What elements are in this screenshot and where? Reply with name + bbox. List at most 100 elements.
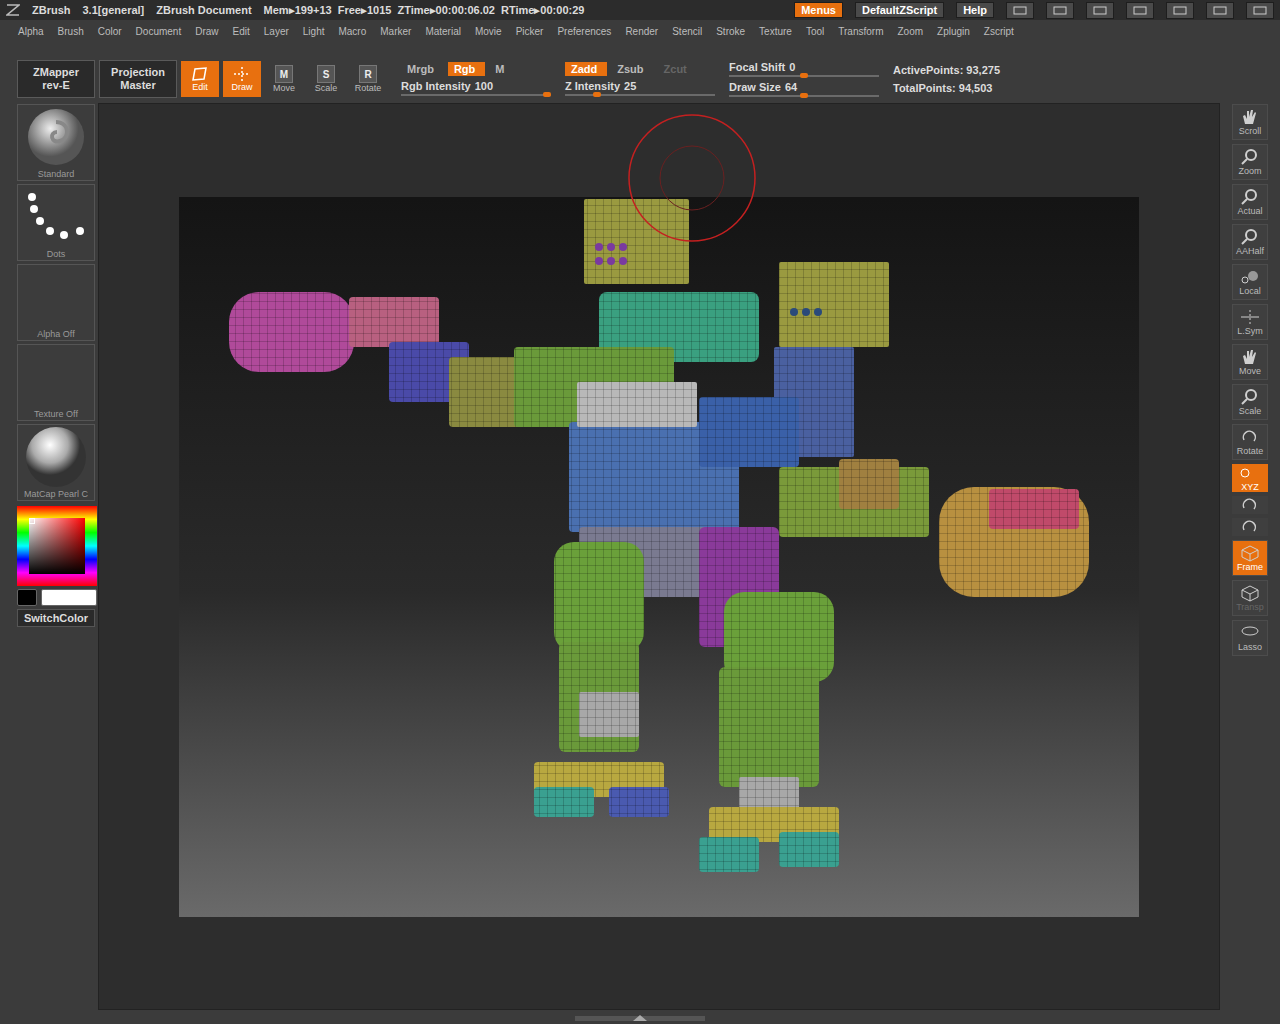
menu-item[interactable]: Zoom (897, 26, 923, 37)
z-intensity-slider[interactable]: Z Intensity25 (565, 80, 715, 96)
shelf-button[interactable]: Zoom (1232, 144, 1268, 180)
title-button[interactable]: Help (956, 2, 994, 18)
secondary-color[interactable] (41, 589, 97, 606)
menu-item[interactable]: Light (303, 26, 325, 37)
window-control[interactable] (1046, 2, 1074, 19)
shelf-tile[interactable]: Standard (17, 104, 95, 181)
title-button[interactable]: Menus (794, 2, 843, 18)
plugin-button[interactable]: ZMapperrev-E (17, 60, 95, 98)
tile-label: Dots (47, 249, 66, 260)
rgb-toggle[interactable]: M (489, 62, 514, 76)
tile-label: Standard (38, 169, 75, 180)
menu-item[interactable]: Picker (516, 26, 544, 37)
menu-item[interactable]: Stencil (672, 26, 702, 37)
xyz-icon (1239, 464, 1261, 482)
menu-item[interactable]: Zplugin (937, 26, 970, 37)
mode-button[interactable]: RRotate (349, 61, 387, 97)
slider-knob[interactable] (543, 92, 551, 97)
shelf-button[interactable]: Lasso (1232, 620, 1268, 656)
shelf-button[interactable]: XYZ (1232, 464, 1268, 492)
slider-track[interactable] (565, 94, 715, 96)
shelf-button[interactable]: Scale (1232, 384, 1268, 420)
shelf-button[interactable]: Actual (1232, 184, 1268, 220)
title-button[interactable]: DefaultZScript (855, 2, 944, 18)
menu-item[interactable]: Marker (380, 26, 411, 37)
z-toggle[interactable]: Zsub (611, 62, 653, 76)
rgb-toggle[interactable]: Mrgb (401, 62, 444, 76)
robot-model[interactable] (179, 197, 1139, 917)
shelf-button[interactable]: AAHalf (1232, 224, 1268, 260)
rgb-intensity-slider[interactable]: Rgb Intensity100 (401, 80, 551, 96)
shelf-button[interactable]: Scroll (1232, 104, 1268, 140)
slider-knob[interactable] (800, 73, 808, 78)
menu-item[interactable]: Preferences (557, 26, 611, 37)
slider-track[interactable] (729, 95, 879, 97)
slider-label: Focal Shift0 (729, 61, 879, 73)
color-marker[interactable] (29, 518, 35, 524)
window-control[interactable] (1006, 2, 1034, 19)
focal-shift-slider[interactable]: Focal Shift0 (729, 61, 879, 77)
window-control[interactable] (1206, 2, 1234, 19)
draw-size-slider[interactable]: Draw Size64 (729, 81, 879, 97)
shelf-button[interactable]: Move (1232, 344, 1268, 380)
window-control[interactable] (1086, 2, 1114, 19)
switch-color-button[interactable]: SwitchColor (17, 609, 95, 627)
slider-knob[interactable] (800, 93, 808, 98)
shelf-tile[interactable]: Dots (17, 184, 95, 261)
menu-item[interactable]: Movie (475, 26, 502, 37)
slider-track[interactable] (401, 94, 551, 96)
zbrush-window: ZBrush3.1[general]ZBrush DocumentMem▸199… (0, 0, 1280, 1024)
primary-color[interactable] (17, 589, 37, 606)
menu-item[interactable]: Texture (759, 26, 792, 37)
menu-item[interactable]: Layer (264, 26, 289, 37)
plugin-button[interactable]: ProjectionMaster (99, 60, 177, 98)
mode-button[interactable]: SScale (307, 61, 345, 97)
z-toggle[interactable]: Zcut (658, 62, 697, 76)
point-count: TotalPoints: 94,503 (893, 82, 1000, 94)
shelf-button[interactable]: Frame (1232, 540, 1268, 576)
window-control[interactable] (1246, 2, 1274, 19)
color-picker[interactable] (17, 506, 97, 586)
shelf-button[interactable]: Local (1232, 264, 1268, 300)
menu-item[interactable]: Draw (195, 26, 218, 37)
z-toggle[interactable]: Zadd (565, 62, 607, 76)
standard-brush-icon (27, 108, 85, 166)
point-count: ActivePoints: 93,275 (893, 64, 1000, 76)
menu-item[interactable]: Stroke (716, 26, 745, 37)
menu-item[interactable]: Color (98, 26, 122, 37)
shelf-tile[interactable]: MatCap Pearl C (17, 424, 95, 501)
stat: Mem▸199+13 (264, 4, 332, 17)
mode-button[interactable]: MMove (265, 61, 303, 97)
rgb-toggle[interactable]: Rgb (448, 62, 485, 76)
mode-button[interactable]: Draw (223, 61, 261, 97)
shelf-button[interactable] (1232, 496, 1268, 514)
slider-track[interactable] (729, 75, 879, 77)
shelf-tile[interactable]: Texture Off (17, 344, 95, 421)
menu-item[interactable]: Macro (338, 26, 366, 37)
menu-item[interactable]: Brush (58, 26, 84, 37)
slider-knob[interactable] (593, 92, 601, 97)
menu-bar: Alpha Brush Color Document Draw Edit Layer Ligh… (0, 20, 1280, 42)
shelf-button[interactable]: L.Sym (1232, 304, 1268, 340)
menu-item[interactable]: Alpha (18, 26, 44, 37)
color-square[interactable] (29, 518, 85, 574)
shelf-tile[interactable]: Alpha Off (17, 264, 95, 341)
menu-item[interactable]: Zscript (984, 26, 1014, 37)
hand-icon (1239, 108, 1261, 126)
mode-button[interactable]: Edit (181, 61, 219, 97)
menu-item[interactable]: Tool (806, 26, 824, 37)
window-control[interactable] (1126, 2, 1154, 19)
menu-item[interactable]: Transform (838, 26, 883, 37)
canvas[interactable] (98, 103, 1220, 1010)
expand-handle-icon[interactable] (575, 1014, 705, 1022)
document[interactable] (179, 197, 1139, 917)
shelf-button[interactable]: Rotate (1232, 424, 1268, 460)
menu-item[interactable]: Material (425, 26, 461, 37)
shelf-button[interactable]: Transp (1232, 580, 1268, 616)
menu-item[interactable]: Document (136, 26, 182, 37)
shelf-button[interactable] (1232, 518, 1268, 536)
menu-item[interactable]: Edit (233, 26, 250, 37)
window-control[interactable] (1166, 2, 1194, 19)
lasso-icon (1239, 624, 1261, 642)
menu-item[interactable]: Render (625, 26, 658, 37)
